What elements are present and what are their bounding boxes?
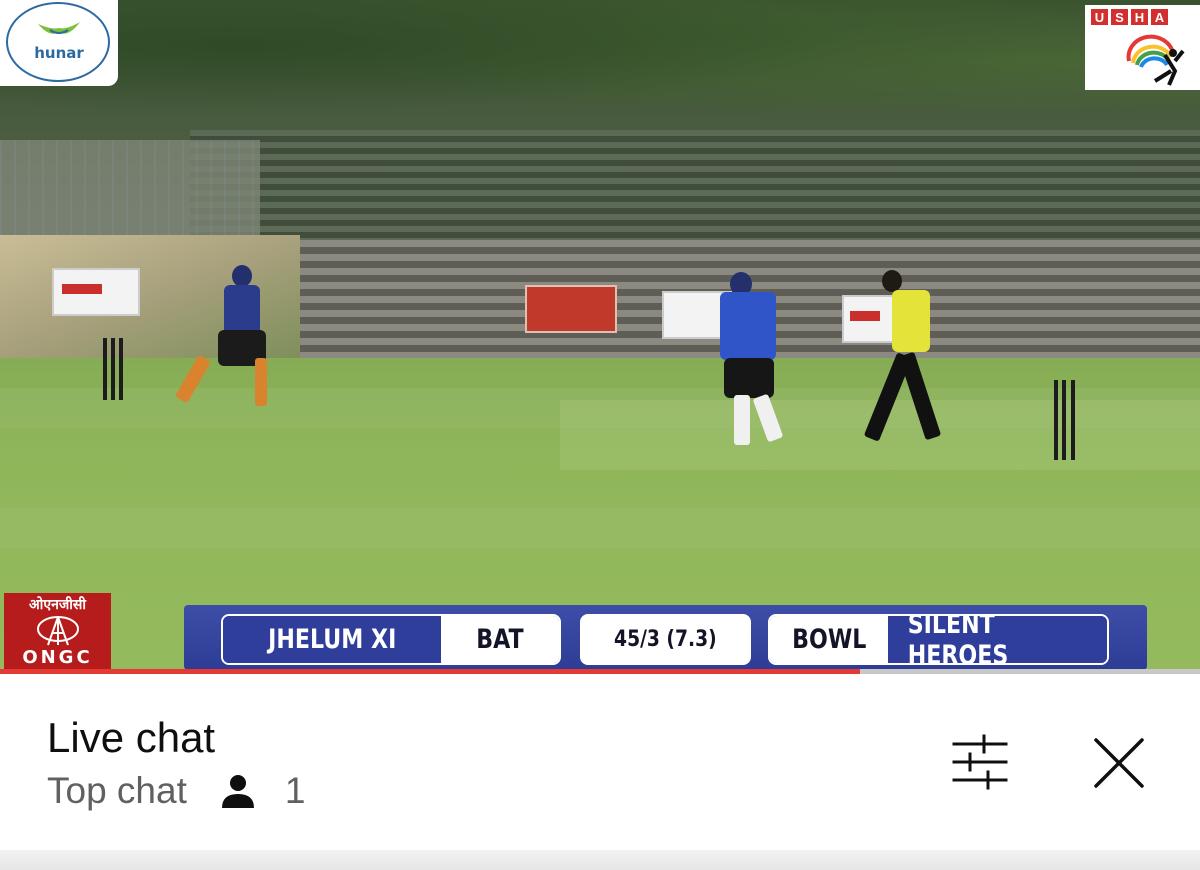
bowling-team-name: SILENT HEROES bbox=[907, 614, 1009, 665]
usha-letter: U bbox=[1091, 9, 1108, 25]
usha-logo: U S H A bbox=[1085, 5, 1200, 90]
usha-letter: H bbox=[1131, 9, 1148, 25]
bowling-label: BOWL bbox=[791, 624, 867, 655]
video-player[interactable]: hunar U S H A ओएनजीसी ONGC JHELUM XI BAT… bbox=[0, 0, 1200, 672]
cricketer-emblem-icon bbox=[1126, 34, 1185, 86]
batting-team-panel: JHELUM XI BAT bbox=[221, 614, 561, 665]
ongc-logo: ओएनजीसी ONGC bbox=[4, 593, 111, 671]
background-trees bbox=[0, 0, 1200, 150]
viewer-count: 1 bbox=[284, 770, 306, 811]
bowling-team-panel: BOWL SILENT HEROES bbox=[768, 614, 1109, 665]
chat-settings-button[interactable] bbox=[948, 732, 1012, 792]
ongc-emblem-icon bbox=[37, 616, 79, 646]
close-icon bbox=[1094, 738, 1144, 788]
chat-divider bbox=[0, 850, 1200, 870]
stadium-stands-upper bbox=[190, 130, 1200, 250]
score-display: 45/3 (7.3) bbox=[580, 614, 751, 665]
usha-letter: S bbox=[1111, 9, 1128, 25]
ongc-hindi-text: ओएनजीसी bbox=[29, 597, 86, 613]
score-text: 45/3 (7.3) bbox=[614, 627, 717, 652]
bird-icon bbox=[38, 22, 80, 34]
chat-title: Live chat bbox=[47, 714, 216, 761]
close-chat-button[interactable] bbox=[1088, 732, 1150, 794]
chat-mode-label[interactable]: Top chat bbox=[47, 770, 187, 812]
sliders-icon bbox=[952, 734, 1008, 790]
chat-mode-selector[interactable]: Top chat 1 bbox=[47, 770, 305, 812]
live-chat-header: Live chat Top chat 1 bbox=[0, 674, 1200, 850]
person-icon bbox=[221, 775, 254, 808]
usha-letter: A bbox=[1151, 9, 1168, 25]
batting-label: BAT bbox=[476, 624, 524, 655]
hunar-logo: hunar bbox=[0, 0, 118, 86]
sponsor-banner bbox=[525, 285, 617, 333]
sponsor-banner bbox=[52, 268, 140, 316]
sponsor-banner bbox=[842, 295, 896, 343]
stadium-fence bbox=[0, 140, 260, 240]
ongc-english-text: ONGC bbox=[22, 647, 93, 668]
hunar-logo-text: hunar bbox=[34, 44, 84, 62]
batting-team-name: JHELUM XI bbox=[267, 624, 397, 655]
